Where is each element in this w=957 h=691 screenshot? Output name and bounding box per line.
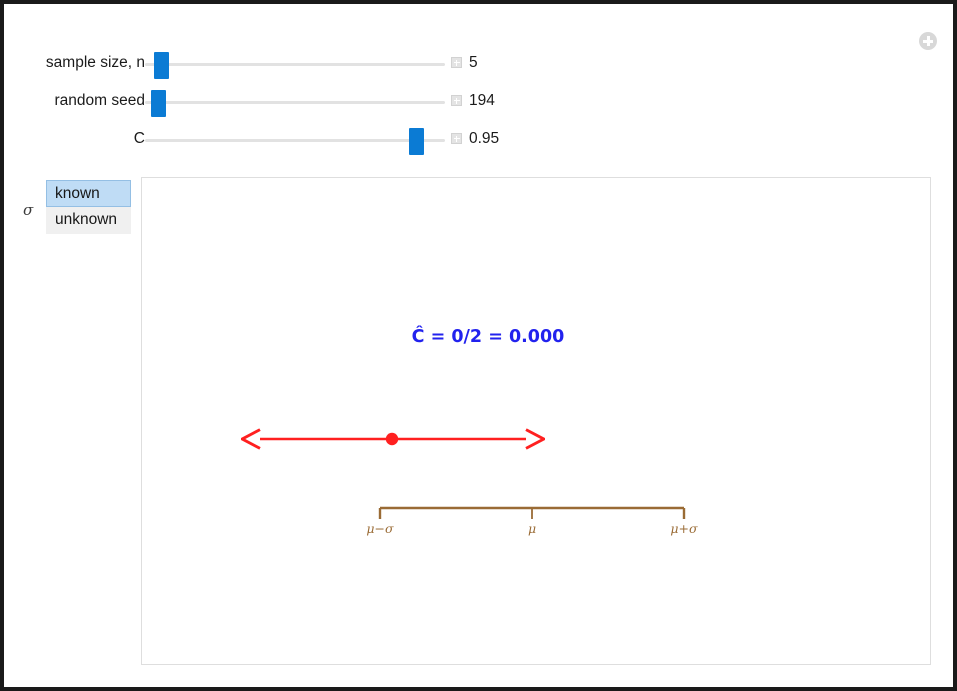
confidence-interval-plot: Ĉ = 0/2 = 0.000 μ−σ μ μ+σ bbox=[142, 325, 698, 536]
random-seed-slider[interactable] bbox=[145, 90, 445, 117]
control-row-confidence-level: C 0.95 bbox=[4, 122, 953, 160]
slider-track[interactable] bbox=[145, 139, 445, 142]
control-row-random-seed: random seed 194 bbox=[4, 84, 953, 122]
slider-track[interactable] bbox=[145, 63, 445, 66]
confidence-level-label: C bbox=[133, 130, 145, 147]
sample-size-stepper-icon[interactable] bbox=[451, 57, 462, 68]
confidence-interval-arrow bbox=[260, 433, 526, 445]
axis-tick-label-lower: μ−σ bbox=[366, 521, 394, 536]
axis-tick-label-center: μ bbox=[528, 521, 536, 536]
plot-panel: Ĉ = 0/2 = 0.000 μ−σ μ μ+σ bbox=[141, 177, 931, 665]
sigma-label: σ bbox=[23, 201, 34, 219]
slider-handle[interactable] bbox=[154, 52, 169, 79]
random-seed-value: 194 bbox=[469, 92, 495, 109]
sample-size-label: sample size, n bbox=[45, 54, 145, 71]
setter-item-unknown[interactable]: unknown bbox=[46, 207, 131, 234]
confidence-level-slider[interactable] bbox=[145, 128, 445, 155]
random-seed-stepper-icon[interactable] bbox=[451, 95, 462, 106]
sample-size-value: 5 bbox=[469, 54, 478, 71]
population-reference-axis: μ−σ μ μ+σ bbox=[366, 506, 698, 536]
coverage-formula: Ĉ = 0/2 = 0.000 bbox=[412, 325, 565, 347]
sigma-setter-bar[interactable]: known unknown bbox=[46, 180, 131, 234]
sample-size-slider[interactable] bbox=[145, 52, 445, 79]
confidence-level-value: 0.95 bbox=[469, 130, 500, 147]
confidence-level-stepper-icon[interactable] bbox=[451, 133, 462, 144]
slider-track[interactable] bbox=[145, 101, 445, 104]
setter-item-known[interactable]: known bbox=[46, 180, 131, 207]
control-row-sample-size: sample size, n 5 bbox=[4, 46, 953, 84]
random-seed-label: random seed bbox=[54, 92, 145, 109]
point-estimate-dot bbox=[385, 432, 399, 446]
slider-handle[interactable] bbox=[151, 90, 166, 117]
controls-area: sample size, n 5 random seed 194 C 0.95 bbox=[4, 46, 953, 160]
axis-tick-label-upper: μ+σ bbox=[670, 521, 698, 536]
slider-handle[interactable] bbox=[409, 128, 424, 155]
manipulate-window: sample size, n 5 random seed 194 C 0.95 … bbox=[0, 0, 957, 691]
